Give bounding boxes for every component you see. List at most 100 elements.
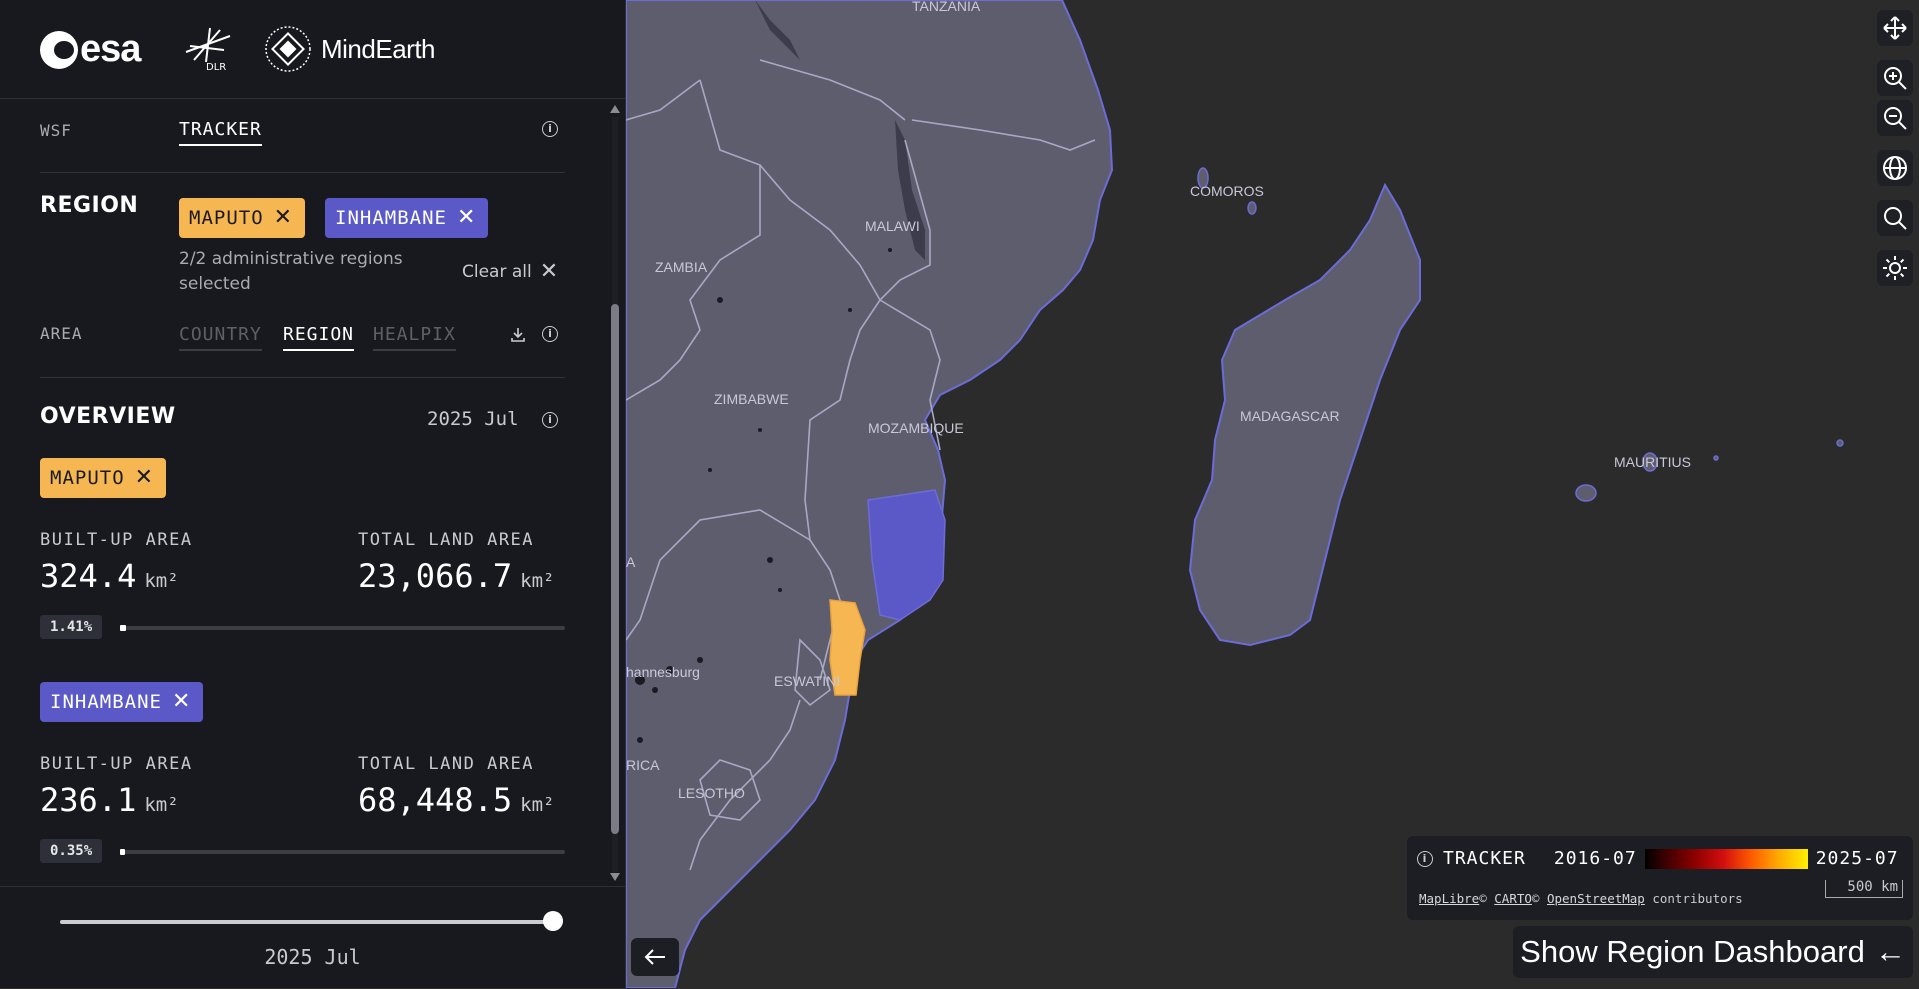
close-icon[interactable]: ✕ (457, 207, 476, 229)
land-area-value: 23,066.7 km² (358, 557, 554, 595)
tab-region[interactable]: REGION (283, 324, 355, 351)
overview-info-icon[interactable]: i (542, 412, 558, 428)
percent-badge: 1.41% (40, 615, 103, 639)
tab-healpix[interactable]: HEALPIX (373, 324, 456, 351)
unit: km² (520, 570, 555, 592)
panel-scrollbar[interactable] (608, 99, 622, 885)
land-area-value: 68,448.5 km² (358, 781, 554, 819)
built-up-value: 236.1 km² (40, 781, 179, 819)
percent-bar-fill (120, 849, 126, 855)
region-chip-inhambane[interactable]: INHAMBANE ✕ (325, 198, 489, 238)
percent-bar-fill (120, 625, 127, 631)
move-button[interactable] (1877, 10, 1913, 46)
area-label: AREA (40, 324, 83, 343)
map-label-edge: A (626, 554, 636, 570)
tab-country[interactable]: COUNTRY (179, 324, 262, 351)
mindearth-logo-mark (265, 26, 311, 72)
map-label-zimbabwe: ZIMBABWE (714, 391, 789, 407)
timeline-handle[interactable] (543, 911, 563, 931)
close-icon[interactable]: ✕ (172, 691, 191, 713)
dataset-label: WSF (40, 121, 72, 140)
unit: km² (144, 794, 179, 816)
sidebar: esa DLR MindEarth WSF TRACKER i REGION M… (0, 0, 626, 988)
logo-bar: esa DLR MindEarth (0, 0, 625, 99)
zoom-in-button[interactable] (1877, 60, 1913, 96)
unit: km² (144, 570, 179, 592)
timeline-label: 2025 Jul (264, 945, 361, 969)
collapse-sidebar-button[interactable] (631, 938, 679, 976)
tab-tracker[interactable]: TRACKER (179, 119, 262, 146)
overview-chip-maputo[interactable]: MAPUTO ✕ (40, 458, 167, 498)
land-area-label: TOTAL LAND AREA (358, 530, 535, 550)
map-legend: i TRACKER 2016-07 2025-07 MapLibre © CART… (1407, 836, 1913, 920)
dataset-info-icon[interactable]: i (542, 121, 558, 137)
timeline: 2025 Jul (0, 886, 625, 989)
close-icon[interactable]: ✕ (274, 207, 293, 229)
map-label-africa: RICA (626, 757, 660, 773)
region-chip-label: MAPUTO (189, 207, 264, 229)
maplibre-link[interactable]: MapLibre (1419, 891, 1479, 906)
legend-row: i TRACKER 2016-07 2025-07 (1417, 848, 1899, 869)
arrow-left-icon (644, 949, 665, 965)
legend-end: 2025-07 (1815, 848, 1899, 869)
timeline-slider[interactable] (60, 920, 555, 924)
legend-start: 2016-07 (1553, 848, 1637, 869)
unit: km² (520, 794, 555, 816)
overview-date: 2025 Jul (427, 408, 519, 430)
dlr-logo-text: DLR (206, 62, 226, 72)
built-up-label: BUILT-UP AREA (40, 530, 193, 550)
legend-title: TRACKER (1443, 848, 1526, 869)
map-attribution: MapLibre© CARTO© OpenStreetMap contribut… (1419, 891, 1743, 906)
move-icon (1883, 16, 1907, 40)
region-chip-label: INHAMBANE (335, 207, 447, 229)
search-button[interactable] (1877, 200, 1913, 236)
download-icon[interactable] (509, 326, 527, 344)
scroll-down-arrow[interactable] (610, 873, 620, 881)
dlr-logo: DLR (180, 26, 236, 72)
built-up-number: 324.4 (40, 557, 137, 595)
carto-link[interactable]: CARTO (1494, 891, 1532, 906)
dashboard-button-label: Show Region Dashboard (1520, 934, 1865, 969)
theme-button[interactable] (1877, 250, 1913, 286)
legend-info-icon[interactable]: i (1417, 850, 1433, 867)
scroll-up-arrow[interactable] (610, 105, 620, 113)
map-label-eswatini: ESWATINI (774, 673, 840, 689)
globe-icon (1883, 156, 1907, 180)
osm-link[interactable]: OpenStreetMap (1547, 891, 1645, 906)
region-chip-maputo[interactable]: MAPUTO ✕ (179, 198, 306, 238)
built-up-number: 236.1 (40, 781, 137, 819)
zoom-out-button[interactable] (1877, 100, 1913, 136)
scroll-thumb[interactable] (611, 304, 619, 834)
zoom-out-icon (1884, 107, 1907, 130)
map-label-mauritius: MAURITIUS (1614, 454, 1691, 470)
built-up-value: 324.4 km² (40, 557, 179, 595)
map-label-comoros: COMOROS (1190, 183, 1264, 199)
land-area-label: TOTAL LAND AREA (358, 754, 535, 774)
percent-badge: 0.35% (40, 839, 103, 863)
search-icon (1884, 207, 1907, 230)
regions-selected-text: 2/2 administrative regions selected (179, 249, 403, 294)
map-label-zambia: ZAMBIA (655, 259, 708, 275)
scale-bar: 500 km (1825, 880, 1903, 898)
map-label-johannesburg: hannesburg (626, 664, 700, 680)
clear-all-label: Clear all (462, 261, 532, 282)
land-area-number: 68,448.5 (358, 781, 513, 819)
mindearth-logo-text: MindEarth (321, 33, 436, 64)
map-label-madagascar: MADAGASCAR (1240, 408, 1340, 424)
copyright-mark: © (1531, 891, 1540, 906)
theme-icon (1883, 256, 1907, 280)
show-region-dashboard-button[interactable]: Show Region Dashboard ← (1513, 926, 1913, 978)
overview-chip-inhambane[interactable]: INHAMBANE ✕ (40, 682, 204, 722)
overview-title: OVERVIEW (40, 404, 176, 429)
arrow-left-icon: ← (1874, 934, 1906, 969)
divider (40, 172, 565, 173)
close-icon[interactable]: ✕ (135, 467, 154, 489)
globe-button[interactable] (1877, 150, 1913, 186)
esa-logo: esa (40, 28, 141, 71)
land-area-number: 23,066.7 (358, 557, 513, 595)
mindearth-logo: MindEarth (265, 26, 436, 72)
esa-logo-text: esa (80, 28, 141, 70)
clear-all-button[interactable]: Clear all ✕ (462, 259, 558, 284)
divider (40, 377, 565, 378)
area-info-icon[interactable]: i (542, 326, 558, 342)
